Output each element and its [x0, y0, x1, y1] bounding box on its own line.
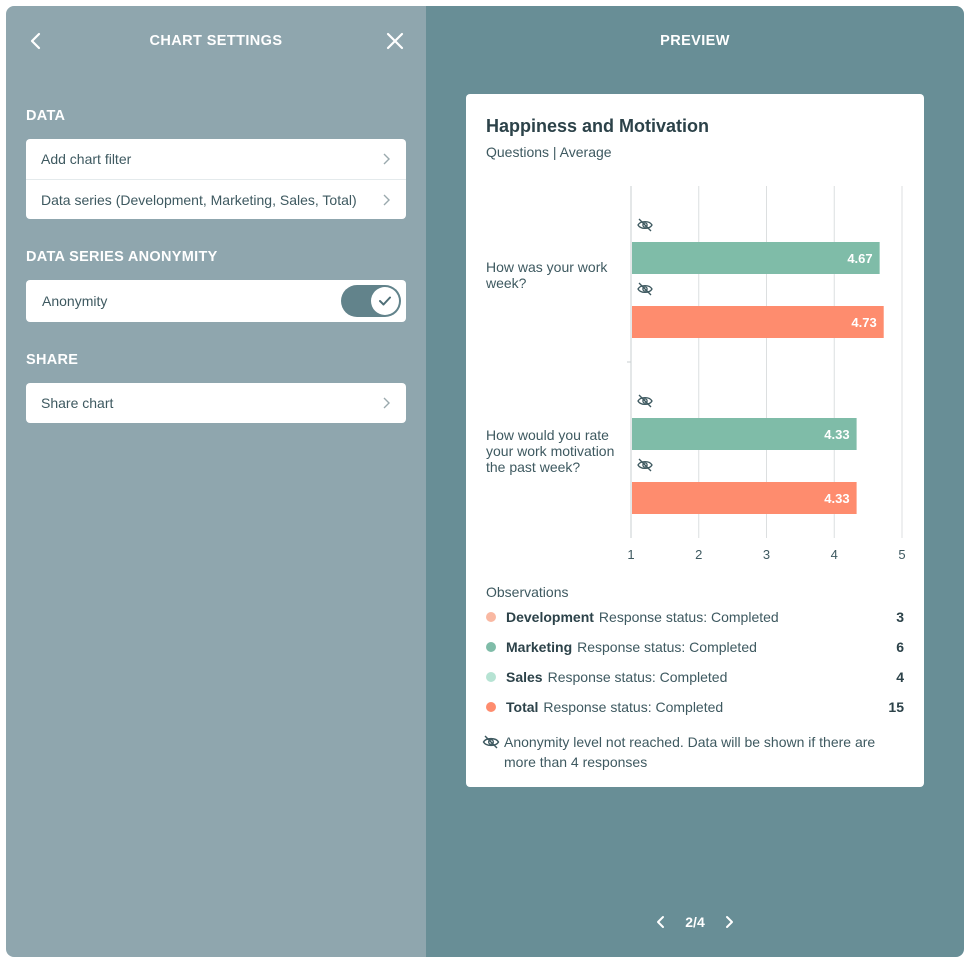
legend-status: Response status: Completed — [598, 609, 779, 625]
legend-count: 15 — [888, 699, 904, 715]
legend-row: Sales Response status: Completed 4 — [486, 667, 904, 687]
share-chart-label: Share chart — [41, 395, 114, 411]
bar-value-label: 4.33 — [824, 427, 849, 442]
eye-slash-icon — [637, 394, 653, 408]
x-tick-label: 2 — [695, 547, 702, 562]
bar-value-label: 4.73 — [851, 315, 876, 330]
app-window: CHART SETTINGS DATA Add chart filter Dat… — [6, 6, 964, 957]
x-tick-label: 3 — [763, 547, 770, 562]
bar-value-label: 4.67 — [847, 251, 872, 266]
anonymity-section-heading: DATA SERIES ANONYMITY — [26, 249, 218, 265]
chevron-right-icon — [383, 194, 390, 205]
legend-status: Response status: Completed — [577, 639, 757, 655]
anonymity-note-text: Anonymity level not reached. Data will b… — [504, 734, 876, 770]
eye-slash-icon — [637, 458, 653, 472]
eye-slash-icon — [637, 282, 653, 296]
toggle-knob — [371, 287, 399, 315]
legend-dot — [486, 642, 496, 652]
chart-settings-panel: CHART SETTINGS DATA Add chart filter Dat… — [6, 6, 426, 957]
close-icon[interactable] — [384, 30, 406, 52]
chart-settings-title: CHART SETTINGS — [149, 33, 283, 49]
anonymity-card: Anonymity — [26, 280, 406, 322]
data-series-label: Data series (Development, Marketing, Sal… — [41, 191, 357, 208]
data-series-row[interactable]: Data series (Development, Marketing, Sal… — [26, 179, 406, 219]
data-section-heading: DATA — [26, 108, 66, 124]
anonymity-toggle[interactable] — [341, 285, 401, 317]
share-section-heading: SHARE — [26, 352, 79, 368]
preview-panel: PREVIEW Happiness and Motivation Questio… — [426, 6, 964, 957]
checkmark-icon — [379, 296, 391, 306]
share-card: Share chart — [26, 383, 406, 423]
bar — [632, 418, 857, 450]
x-tick-label: 4 — [831, 547, 838, 562]
chevron-right-icon[interactable] — [723, 914, 735, 930]
bar-chart: 1 2 3 4 5 4.67 4.73 4.33 4.33 — [627, 186, 906, 562]
legend-dot — [486, 672, 496, 682]
legend-name: Development — [506, 609, 594, 625]
share-chart-row[interactable]: Share chart — [26, 383, 406, 423]
legend-count: 3 — [896, 609, 904, 625]
legend-count: 6 — [896, 639, 904, 655]
add-chart-filter-label: Add chart filter — [41, 151, 132, 167]
legend-dot — [486, 612, 496, 622]
data-card: Add chart filter Data series (Developmen… — [26, 139, 406, 219]
pagination: 2/4 — [426, 914, 964, 930]
x-tick-label: 5 — [898, 547, 905, 562]
legend-row: Total Response status: Completed 15 — [486, 697, 904, 717]
bar — [632, 306, 884, 338]
anonymity-label: Anonymity — [42, 293, 108, 309]
observations-title: Observations — [486, 584, 569, 600]
legend-status: Response status: Completed — [543, 699, 724, 715]
x-tick-label: 1 — [627, 547, 634, 562]
legend-name: Marketing — [506, 639, 573, 655]
eye-slash-icon — [637, 218, 653, 232]
legend-row: Development Response status: Completed 3 — [486, 607, 904, 627]
chevron-right-icon — [383, 397, 390, 409]
legend-dot — [486, 702, 496, 712]
bar-value-label: 4.33 — [824, 491, 849, 506]
page-indicator: 2/4 — [685, 914, 705, 930]
preview-title: PREVIEW — [660, 33, 730, 49]
add-chart-filter-row[interactable]: Add chart filter — [26, 139, 406, 179]
legend-count: 4 — [896, 669, 904, 685]
bar — [632, 482, 857, 514]
chart-card: Happiness and Motivation Questions | Ave… — [466, 94, 924, 787]
bar — [632, 242, 880, 274]
legend-name: Sales — [506, 669, 543, 685]
legend-status: Response status: Completed — [547, 669, 728, 685]
legend-row: Marketing Response status: Completed 6 — [486, 637, 904, 657]
eye-slash-icon — [482, 735, 500, 749]
anonymity-note: Anonymity level not reached. Data will b… — [482, 732, 902, 772]
chevron-right-icon — [383, 153, 390, 165]
legend-name: Total — [506, 699, 539, 715]
chevron-left-icon[interactable] — [655, 914, 667, 930]
